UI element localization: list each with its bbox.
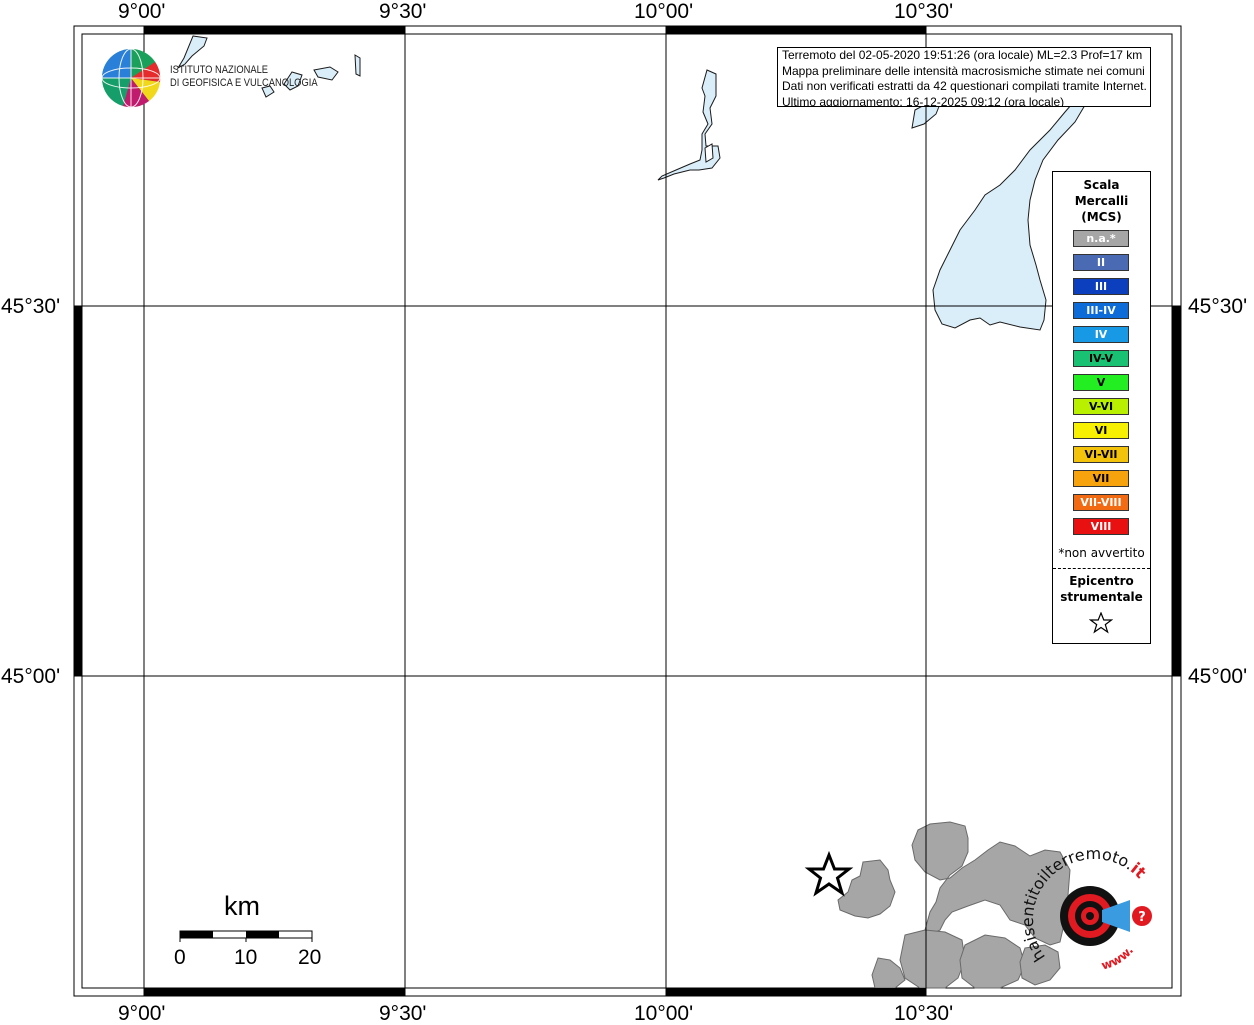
info-line-event: Terremoto del 02-05-2020 19:51:26 (ora l… — [782, 48, 1143, 62]
svg-text:?: ? — [1138, 910, 1146, 925]
lon-label-bottom-4: 10°30' — [894, 1002, 954, 1025]
ingv-logo-line2: DI GEOFISICA E VULCANOLOGIA — [170, 77, 318, 89]
event-info-box: Terremoto del 02-05-2020 19:51:26 (ora l… — [777, 47, 1151, 107]
lon-label-top-1: 9°00' — [118, 0, 166, 23]
legend-swatch: V-VI — [1073, 398, 1129, 415]
lon-label-bottom-1: 9°00' — [118, 1002, 166, 1025]
lon-label-top-3: 10°00' — [634, 0, 694, 23]
ingv-logo — [101, 48, 161, 108]
ingv-logo-text: ISTITUTO NAZIONALE DI GEOFISICA E VULCAN… — [170, 64, 318, 90]
legend-star-icon — [1089, 612, 1113, 634]
legend-swatch: IV-V — [1073, 350, 1129, 367]
legend-swatch: III — [1073, 278, 1129, 295]
info-line-map: Mappa preliminare delle intensità macros… — [782, 63, 1145, 78]
lat-label-right-1: 45°30' — [1188, 295, 1248, 318]
lat-label-left-1: 45°30' — [1, 295, 61, 318]
scale-tick-0: 0 — [174, 946, 186, 969]
lat-label-right-2: 45°00' — [1188, 665, 1248, 688]
scale-tick-10: 10 — [234, 946, 258, 969]
lat-label-left-2: 45°00' — [1, 665, 61, 688]
legend-swatch: VII — [1073, 470, 1129, 487]
scale-tick-20: 20 — [298, 946, 322, 969]
municipality-3 — [899, 929, 966, 989]
lake-small-3 — [354, 54, 361, 77]
legend-swatch: VII-VIII — [1073, 494, 1129, 511]
legend-swatch: IV — [1073, 326, 1129, 343]
info-line-data: Dati non verificati estratti da 42 quest… — [782, 79, 1147, 93]
legend-title: Scala Mercalli (MCS) — [1074, 178, 1129, 224]
legend-swatch: II — [1073, 254, 1129, 271]
legend-separator — [1053, 568, 1150, 569]
legend-swatch: VIII — [1073, 518, 1129, 535]
lon-label-bottom-2: 9°30' — [379, 1002, 427, 1025]
mcs-legend: Scala Mercalli (MCS) n.a.* II III III-IV IV I… — [1052, 171, 1151, 644]
ingv-logo-line1: ISTITUTO NAZIONALE — [170, 64, 269, 76]
legend-swatch: n.a.* — [1073, 230, 1129, 247]
lon-label-bottom-3: 10°00' — [634, 1002, 694, 1025]
legend-na-note: *non avvertito — [1058, 546, 1145, 560]
lon-label-top-2: 9°30' — [379, 0, 427, 23]
legend-swatch: VI-VII — [1073, 446, 1129, 463]
legend-swatch: III-IV — [1073, 302, 1129, 319]
legend-swatch: V — [1073, 374, 1129, 391]
info-line-updated: Ultimo aggiornamento: 16-12-2025 09:12 (… — [782, 94, 1065, 107]
legend-swatch: VI — [1073, 422, 1129, 439]
legend-epicenter-label: Epicentro strumentale — [1060, 574, 1143, 604]
scale-unit-label: km — [224, 891, 260, 921]
lon-label-top-4: 10°30' — [894, 0, 954, 23]
